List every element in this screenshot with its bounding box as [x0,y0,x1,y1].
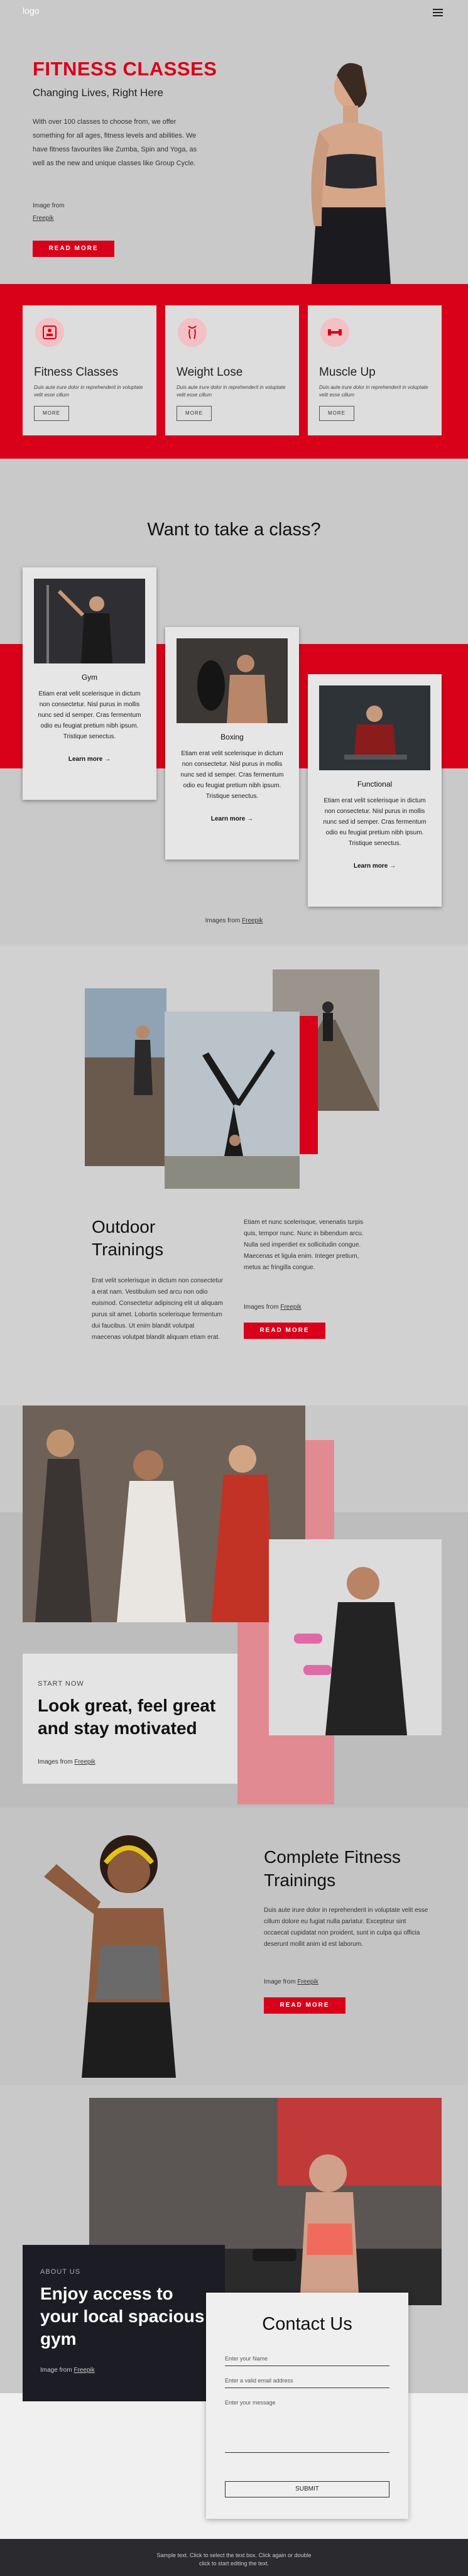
gym-image [34,579,145,663]
dumbbell-woman-image [269,1539,442,1735]
hero-description: With over 100 classes to choose from, we… [33,118,197,167]
class-description: Etiam erat velit scelerisque in dictum n… [38,690,141,740]
email-field[interactable]: Enter a valid email address [225,2377,389,2388]
feature-more-button[interactable]: MORE [319,406,354,421]
class-card-functional: Functional Etiam erat velit scelerisque … [308,674,442,907]
name-field[interactable]: Enter your Name [225,2355,389,2366]
message-field[interactable]: Enter your message [225,2399,389,2453]
trx-training-image [23,1405,305,1622]
class-title: Functional [357,780,393,789]
complete-read-more-button[interactable]: READ MORE [264,1997,346,2014]
logo[interactable]: logo [23,6,39,16]
functional-image [319,685,430,770]
contact-form: Contact Us Enter your Name Enter a valid… [206,2293,408,2519]
hero-section: FITNESS CLASSES Changing Lives, Right He… [0,25,468,284]
classes-credit: Images from Freepik [0,917,468,924]
hero-woman-image [256,50,420,284]
class-description: Etiam erat velit scelerisque in dictum n… [323,797,427,847]
dumbbell-icon [320,318,349,347]
feature-card-muscle-up: Muscle Up Duis aute irure dolor in repre… [308,305,442,435]
feature-title: Weight Lose [177,366,243,379]
outdoor-title: Outdoor Trainings [92,1217,164,1259]
hero-subtitle: Changing Lives, Right Here [33,87,163,99]
outdoor-text-right: Etiam et nunc scelerisque, venenatis tur… [244,1219,364,1271]
handstand-image [165,1012,300,1189]
feature-card-fitness-classes: Fitness Classes Duis aute irure dolor in… [23,305,156,435]
credit-link[interactable]: Freepik [242,917,263,924]
learn-more-link[interactable]: Learn more → [23,756,156,763]
credit-prefix: Images from [244,1304,279,1311]
outdoor-read-more-button[interactable]: READ MORE [244,1323,325,1339]
motivation-card: START NOW Look great, feel great and sta… [23,1654,237,1784]
outdoor-credit: Images from Freepik [244,1304,302,1311]
complete-description: Duis aute irure dolor in reprehenderit i… [264,1907,428,1948]
about-credit: Image from Freepik [40,2367,95,2374]
boxing-image [177,638,288,723]
outdoor-text-left: Erat velit scelerisque in dictum non con… [92,1277,223,1341]
motivation-title: Look great, feel great and stay motivate… [38,1696,216,1738]
credit-link[interactable]: Freepik [280,1304,301,1311]
hamburger-menu-icon[interactable] [433,9,443,16]
motivation-eyebrow: START NOW [38,1680,84,1688]
footer-text: Sample text. Click to select the text bo… [0,2551,468,2568]
footer-line: Sample text. Click to select the text bo… [156,2552,312,2558]
complete-trainings-section: Complete Fitness Trainings Duis aute iru… [0,1808,468,2085]
credit-prefix: Images from [38,1759,73,1766]
learn-more-link[interactable]: Learn more → [308,863,442,870]
feature-description: Duis aute irure dolor in reprehenderit i… [34,385,143,398]
motivation-section: START NOW Look great, feel great and sta… [0,1405,468,1808]
credit-link[interactable]: Freepik [33,215,53,222]
credit-link[interactable]: Freepik [74,1759,95,1766]
site-footer: Sample text. Click to select the text bo… [0,2539,468,2576]
about-title: Enjoy access to your local spacious gym [40,2284,205,2349]
class-card-boxing: Boxing Etiam erat velit scelerisque in d… [165,627,299,860]
classes-section: Want to take a class? Gym Etiam erat vel… [0,499,468,946]
credit-prefix: Image from [33,202,65,209]
contact-title: Contact Us [262,2314,352,2334]
credit-prefix: Image from [40,2367,72,2374]
class-title: Gym [81,673,98,682]
about-card: ABOUT US Enjoy access to your local spac… [23,2245,225,2401]
class-card-gym: Gym Etiam erat velit scelerisque in dict… [23,567,156,800]
feature-description: Duis aute irure dolor in reprehenderit i… [319,385,428,398]
class-description: Etiam erat velit scelerisque in dictum n… [180,750,284,800]
motivation-credit: Images from Freepik [38,1759,95,1766]
hero-read-more-button[interactable]: READ MORE [33,241,114,257]
credit-link[interactable]: Freepik [73,2367,94,2374]
submit-button[interactable]: SUBMIT [225,2481,389,2497]
complete-credit: Image from Freepik [264,1978,318,1985]
class-title: Boxing [220,733,244,741]
features-section: Fitness Classes Duis aute irure dolor in… [0,284,468,499]
learn-more-link[interactable]: Learn more → [165,816,299,822]
about-eyebrow: ABOUT US [40,2268,81,2276]
credit-link[interactable]: Freepik [297,1978,318,1985]
body-shape-icon [178,318,207,347]
outdoor-section: Outdoor Trainings Erat velit scelerisque… [0,946,468,1405]
feature-title: Fitness Classes [34,366,119,379]
hero-title: FITNESS CLASSES [33,58,217,80]
feature-more-button[interactable]: MORE [177,406,212,421]
classes-title: Want to take a class? [147,520,321,540]
credit-prefix: Image from [264,1978,296,1985]
credit-prefix: Images from [205,917,241,924]
group-fitness-icon [35,318,64,347]
feature-more-button[interactable]: MORE [34,406,69,421]
feature-title: Muscle Up [319,366,376,379]
complete-title: Complete Fitness Trainings [264,1847,401,1890]
footer-line: click to start editing the text. [199,2560,269,2567]
beach-runner-image [85,988,166,1166]
feature-description: Duis aute irure dolor in reprehenderit i… [177,385,286,398]
hero-credit: Image from Freepik [33,200,65,225]
about-section: ABOUT US Enjoy access to your local spac… [0,2085,468,2519]
site-header: logo [0,0,468,25]
smiling-woman-headphones-image [0,1814,239,2078]
feature-card-weight-lose: Weight Lose Duis aute irure dolor in rep… [165,305,299,435]
